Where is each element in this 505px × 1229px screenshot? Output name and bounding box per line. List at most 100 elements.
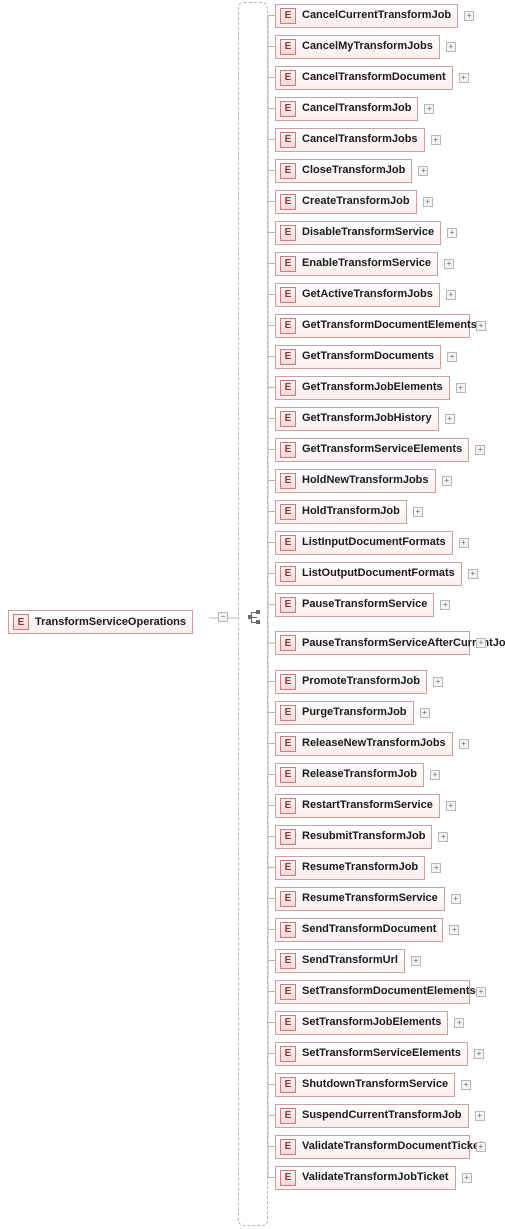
child-element: ECancelTransformJobs: [275, 128, 486, 151]
child-node-box[interactable]: EGetTransformJobHistory: [275, 407, 439, 431]
child-node-box[interactable]: EPurgeTransformJob: [275, 701, 414, 725]
root-element: E TransformServiceOperations: [8, 610, 209, 634]
expand-icon[interactable]: [447, 352, 457, 362]
expand-icon[interactable]: [446, 42, 456, 52]
child-node-box[interactable]: EGetTransformJobElements: [275, 376, 450, 400]
expand-icon[interactable]: [449, 925, 459, 935]
expand-icon[interactable]: [420, 708, 430, 718]
expand-icon[interactable]: [431, 863, 441, 873]
expand-icon[interactable]: [476, 321, 486, 331]
child-node-box[interactable]: EListInputDocumentFormats: [275, 531, 453, 555]
child-element: EDisableTransformService: [275, 221, 486, 244]
child-element: ESetTransformServiceElements: [275, 1042, 486, 1065]
child-label: GetTransformDocuments: [302, 350, 434, 363]
child-element: EResubmitTransformJob: [275, 825, 486, 848]
child-node-box[interactable]: EDisableTransformService: [275, 221, 441, 245]
child-node-box[interactable]: ESendTransformDocument: [275, 918, 443, 942]
child-node-box[interactable]: ECancelCurrentTransformJob: [275, 4, 458, 28]
child-node-box[interactable]: ESetTransformServiceElements: [275, 1042, 468, 1066]
expand-icon[interactable]: [462, 1173, 472, 1183]
child-label: SetTransformServiceElements: [302, 1047, 461, 1060]
expand-icon[interactable]: [454, 1018, 464, 1028]
child-node-box[interactable]: EHoldTransformJob: [275, 500, 407, 524]
child-node-box[interactable]: EListOutputDocumentFormats: [275, 562, 462, 586]
child-node-box[interactable]: EReleaseNewTransformJobs: [275, 732, 453, 756]
child-element: EPromoteTransformJob: [275, 670, 486, 693]
expand-icon[interactable]: [461, 1080, 471, 1090]
expand-icon[interactable]: [476, 1142, 486, 1152]
child-node-box[interactable]: EShutdownTransformService: [275, 1073, 455, 1097]
child-node-box[interactable]: EPauseTransformService: [275, 593, 434, 617]
child-node-box[interactable]: EPauseTransformServiceAfterCurrentJob: [275, 631, 470, 655]
expand-icon[interactable]: [413, 507, 423, 517]
child-node-box[interactable]: ECancelTransformDocument: [275, 66, 453, 90]
child-label: GetTransformJobHistory: [302, 412, 432, 425]
expand-icon[interactable]: [468, 569, 478, 579]
child-node-box[interactable]: EGetTransformDocumentElements: [275, 314, 470, 338]
expand-icon[interactable]: [431, 135, 441, 145]
child-label: ResumeTransformJob: [302, 861, 418, 874]
expand-icon[interactable]: [464, 11, 474, 21]
child-element: ECancelTransformDocument: [275, 66, 486, 89]
child-node-box[interactable]: ERestartTransformService: [275, 794, 440, 818]
expand-icon[interactable]: [447, 228, 457, 238]
expand-icon[interactable]: [475, 445, 485, 455]
child-node-box[interactable]: EResubmitTransformJob: [275, 825, 432, 849]
expand-icon[interactable]: [438, 832, 448, 842]
expand-icon[interactable]: [459, 73, 469, 83]
expand-icon[interactable]: [444, 259, 454, 269]
expand-icon[interactable]: [442, 476, 452, 486]
child-node-box[interactable]: ESetTransformDocumentElements: [275, 980, 470, 1004]
element-badge-icon: E: [280, 860, 296, 876]
child-node-box[interactable]: EPromoteTransformJob: [275, 670, 427, 694]
expand-icon[interactable]: [411, 956, 421, 966]
child-node-box[interactable]: EGetActiveTransformJobs: [275, 283, 440, 307]
child-node-box[interactable]: ECancelTransformJobs: [275, 128, 425, 152]
child-node-box[interactable]: EValidateTransformDocumentTicket: [275, 1135, 470, 1159]
child-node-box[interactable]: ECloseTransformJob: [275, 159, 412, 183]
expand-icon[interactable]: [440, 600, 450, 610]
child-node-box[interactable]: EGetTransformServiceElements: [275, 438, 469, 462]
expand-icon[interactable]: [446, 290, 456, 300]
expand-icon[interactable]: [475, 1111, 485, 1121]
child-node-box[interactable]: ESuspendCurrentTransformJob: [275, 1104, 469, 1128]
child-node-box[interactable]: E SendTransformUrl: [275, 949, 405, 973]
expand-icon[interactable]: [459, 538, 469, 548]
child-node-box[interactable]: E ResumeTransformJob: [275, 856, 425, 880]
expand-icon[interactable]: [456, 383, 466, 393]
expand-icon[interactable]: [445, 414, 455, 424]
child-node-box[interactable]: EHoldNewTransformJobs: [275, 469, 436, 493]
expand-icon[interactable]: [474, 1049, 484, 1059]
element-badge-icon: E: [280, 798, 296, 814]
child-node-box[interactable]: EEnableTransformService: [275, 252, 438, 276]
child-node-box[interactable]: ECancelTransformJob: [275, 97, 418, 121]
expand-icon[interactable]: [459, 739, 469, 749]
element-badge-icon: E: [280, 566, 296, 582]
expand-icon[interactable]: [451, 894, 461, 904]
child-label: ListInputDocumentFormats: [302, 536, 446, 549]
expand-icon[interactable]: [430, 770, 440, 780]
child-node-box[interactable]: EValidateTransformJobTicket: [275, 1166, 456, 1190]
child-element: EGetTransformServiceElements: [275, 438, 486, 461]
expand-icon[interactable]: [446, 801, 456, 811]
element-badge-icon: E: [280, 953, 296, 969]
expand-icon[interactable]: [424, 104, 434, 114]
child-node-box[interactable]: EResumeTransformService: [275, 887, 445, 911]
expand-icon[interactable]: [433, 677, 443, 687]
child-node-box[interactable]: EGetTransformDocuments: [275, 345, 441, 369]
expand-icon[interactable]: [423, 197, 433, 207]
expand-icon[interactable]: [476, 638, 486, 648]
child-node-box[interactable]: ECreateTransformJob: [275, 190, 417, 214]
root-node-box[interactable]: E TransformServiceOperations: [8, 610, 193, 634]
expand-icon[interactable]: [418, 166, 428, 176]
child-label: SendTransformUrl: [302, 954, 398, 967]
element-badge-icon: E: [280, 736, 296, 752]
child-node-box[interactable]: ECancelMyTransformJobs: [275, 35, 440, 59]
child-label: EnableTransformService: [302, 257, 431, 270]
root-label: TransformServiceOperations: [35, 616, 186, 628]
collapse-icon[interactable]: [218, 612, 228, 622]
child-node-box[interactable]: ESetTransformJobElements: [275, 1011, 448, 1035]
child-node-box[interactable]: EReleaseTransformJob: [275, 763, 424, 787]
expand-icon[interactable]: [476, 987, 486, 997]
child-label: CancelTransformDocument: [302, 71, 446, 84]
